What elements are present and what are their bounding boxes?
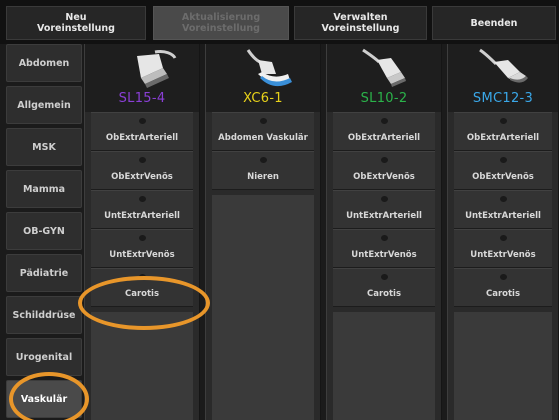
- preset-item[interactable]: UntExtrVenös: [91, 229, 193, 268]
- sidebar-item-ob-gyn[interactable]: OB-GYN: [6, 212, 82, 250]
- linear-probe-icon: [137, 50, 177, 88]
- radio-indicator-icon: [381, 274, 388, 280]
- transducer-header: SL10-2: [327, 44, 441, 112]
- preset-item[interactable]: UntExtrVenös: [333, 229, 435, 268]
- preset-label: ObExtrVenös: [353, 172, 415, 182]
- quit-button[interactable]: Beenden: [432, 6, 556, 40]
- sidebar-item-paediatrie[interactable]: Pädiatrie: [6, 254, 82, 292]
- sidebar-item-mamma[interactable]: Mamma: [6, 170, 82, 208]
- preset-label: UntExtrVenös: [109, 250, 175, 260]
- radio-indicator-icon: [139, 274, 146, 280]
- transducer-column-xc6-1: XC6-1 Abdomen Vaskulär Nieren: [205, 44, 321, 420]
- transducer-name: SL15-4: [118, 91, 166, 106]
- transducer-name: XC6-1: [243, 91, 283, 106]
- preset-label: UntExtrVenös: [351, 250, 417, 260]
- transducer-name: SL10-2: [360, 91, 408, 106]
- convex-probe-icon: [246, 49, 292, 87]
- radio-indicator-icon: [260, 118, 267, 124]
- sidebar-item-schilddruese[interactable]: Schilddrüse: [6, 296, 82, 334]
- preset-label: UntExtrVenös: [470, 250, 536, 260]
- radio-indicator-icon: [381, 118, 388, 124]
- preset-item[interactable]: UntExtrArteriell: [91, 190, 193, 229]
- preset-item[interactable]: ObExtrVenös: [454, 151, 552, 190]
- transducer-column-sl15-4: SL15-4 ObExtrArteriell ObExtrVenös UntEx…: [84, 44, 200, 420]
- preset-label: ObExtrArteriell: [466, 133, 540, 143]
- radio-indicator-icon: [381, 235, 388, 241]
- update-preset-button[interactable]: Aktualisierung Voreinstellung: [153, 6, 289, 40]
- sidebar-item-vaskulaer[interactable]: Vaskulär: [6, 380, 82, 418]
- preset-label: Carotis: [366, 289, 402, 299]
- radio-indicator-icon: [500, 196, 507, 202]
- radio-indicator-icon: [260, 157, 267, 163]
- preset-item[interactable]: ObExtrArteriell: [91, 112, 193, 151]
- preset-label: UntExtrArteriell: [346, 211, 422, 221]
- preset-label: UntExtrArteriell: [104, 211, 180, 221]
- sidebar-item-msk[interactable]: MSK: [6, 128, 82, 166]
- radio-indicator-icon: [381, 157, 388, 163]
- preset-label: ObExtrArteriell: [347, 133, 421, 143]
- sidebar-item-abdomen[interactable]: Abdomen: [6, 44, 82, 82]
- manage-preset-button[interactable]: Verwalten Voreinstellung: [294, 6, 427, 40]
- sidebar-item-urogenital[interactable]: Urogenital: [6, 338, 82, 376]
- preset-item[interactable]: ObExtrVenös: [333, 151, 435, 190]
- empty-slot-area: [212, 195, 314, 420]
- preset-label: Carotis: [485, 289, 521, 299]
- radio-indicator-icon: [139, 196, 146, 202]
- radio-indicator-icon: [381, 196, 388, 202]
- preset-label: Abdomen Vaskulär: [218, 133, 308, 143]
- preset-item[interactable]: UntExtrVenös: [454, 229, 552, 268]
- empty-slot-area: [91, 312, 193, 420]
- preset-item[interactable]: UntExtrArteriell: [454, 190, 552, 229]
- preset-label: ObExtrVenös: [111, 172, 173, 182]
- radio-indicator-icon: [500, 235, 507, 241]
- preset-item[interactable]: ObExtrArteriell: [333, 112, 435, 151]
- linear-probe-icon: [362, 48, 406, 87]
- transducer-header: XC6-1: [206, 44, 320, 112]
- transducer-header: SL15-4: [85, 44, 199, 112]
- preset-item[interactable]: Abdomen Vaskulär: [212, 112, 314, 151]
- radio-indicator-icon: [139, 157, 146, 163]
- transducer-column-smc12-3: SMC12-3 ObExtrArteriell ObExtrVenös UntE…: [447, 44, 559, 420]
- empty-slot-area: [454, 312, 552, 420]
- preset-item[interactable]: ObExtrVenös: [91, 151, 193, 190]
- preset-label: Carotis: [124, 289, 160, 299]
- radio-indicator-icon: [139, 118, 146, 124]
- transducer-column-sl10-2: SL10-2 ObExtrArteriell ObExtrVenös UntEx…: [326, 44, 442, 420]
- exam-type-sidebar: Abdomen Allgemein MSK Mamma OB-GYN Pädia…: [6, 44, 82, 420]
- transducer-header: SMC12-3: [448, 44, 558, 112]
- transducer-name: SMC12-3: [472, 91, 534, 106]
- preset-label: Nieren: [247, 172, 279, 182]
- preset-item[interactable]: UntExtrArteriell: [333, 190, 435, 229]
- empty-slot-area: [333, 312, 435, 420]
- preset-item[interactable]: Carotis: [454, 268, 552, 307]
- new-preset-button[interactable]: Neu Voreinstellung: [6, 6, 146, 40]
- preset-item[interactable]: Nieren: [212, 151, 314, 190]
- radio-indicator-icon: [139, 235, 146, 241]
- microconvex-probe-icon: [479, 48, 528, 83]
- sidebar-item-allgemein[interactable]: Allgemein: [6, 86, 82, 124]
- preset-label: ObExtrVenös: [472, 172, 534, 182]
- radio-indicator-icon: [500, 118, 507, 124]
- preset-item[interactable]: Carotis: [91, 268, 193, 307]
- top-toolbar: Neu Voreinstellung Aktualisierung Vorein…: [0, 0, 559, 44]
- preset-item[interactable]: Carotis: [333, 268, 435, 307]
- preset-item[interactable]: ObExtrArteriell: [454, 112, 552, 151]
- radio-indicator-icon: [500, 274, 507, 280]
- preset-label: UntExtrArteriell: [465, 211, 541, 221]
- preset-label: ObExtrArteriell: [105, 133, 179, 143]
- radio-indicator-icon: [500, 157, 507, 163]
